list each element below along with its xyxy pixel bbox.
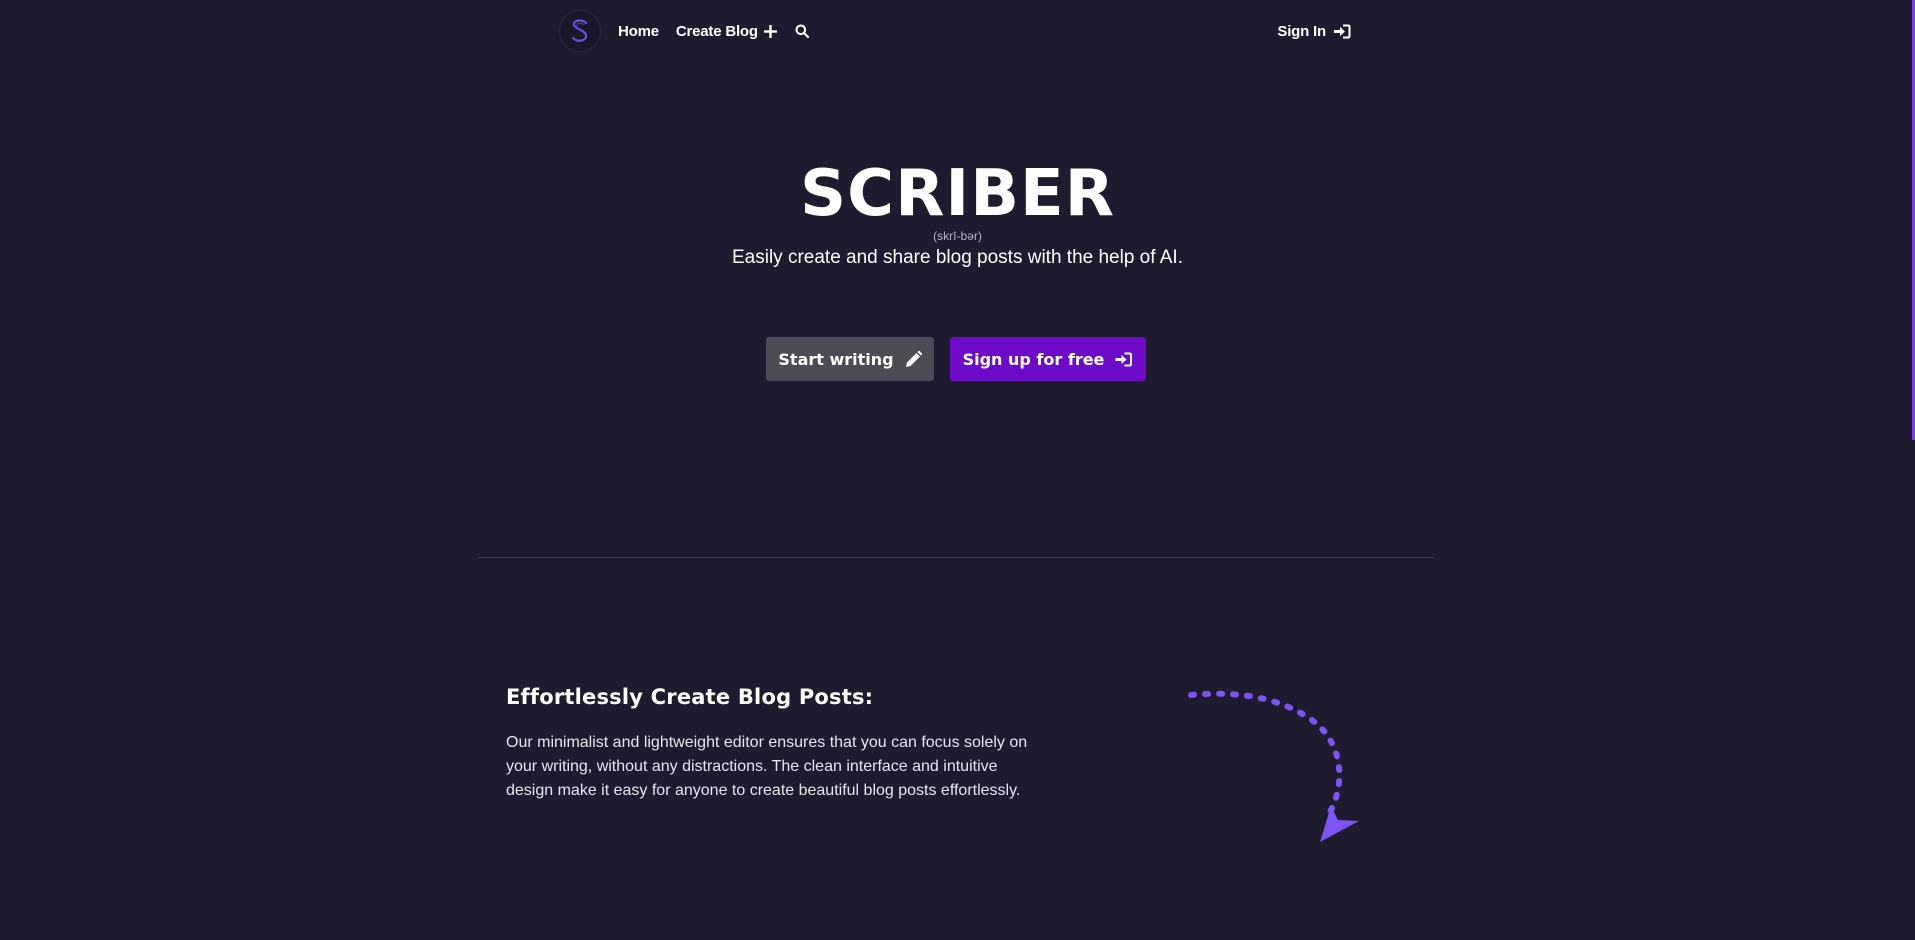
nav-create-blog-link[interactable]: Create Blog	[676, 23, 777, 40]
top-nav: Home Create Blog Sign In	[556, 10, 1354, 52]
start-writing-button[interactable]: Start writing	[766, 337, 934, 381]
hero-subtitle: Easily create and share blog posts with …	[732, 247, 1183, 268]
signup-free-button[interactable]: Sign up for free	[950, 337, 1146, 381]
nav-signin-label: Sign In	[1277, 22, 1326, 40]
nav-home-label: Home	[618, 22, 659, 40]
pencil-icon	[905, 350, 922, 367]
logo[interactable]	[559, 10, 601, 52]
sign-in-icon	[1115, 352, 1133, 366]
start-writing-label: Start writing	[778, 349, 894, 369]
dashed-curved-arrow-icon	[1188, 690, 1359, 842]
nav-home-link[interactable]: Home	[618, 23, 659, 40]
nav-create-label: Create Blog	[675, 22, 758, 40]
page: Home Create Blog Sign In SCRIBER (skrī-b…	[0, 0, 1915, 940]
logo-s-icon	[571, 19, 588, 42]
plus-icon	[763, 24, 777, 38]
feature-heading: Effortlessly Create Blog Posts:	[506, 685, 874, 709]
section-divider	[478, 557, 1434, 558]
nav-search-button[interactable]	[795, 24, 809, 38]
hero-title: SCRIBER	[800, 157, 1115, 231]
feature-body: Our minimalist and lightweight editor en…	[506, 734, 1028, 799]
search-icon	[795, 24, 809, 38]
sign-in-icon	[1334, 24, 1351, 38]
nav-signin-link[interactable]: Sign In	[1277, 23, 1351, 40]
signup-free-label: Sign up for free	[962, 349, 1105, 369]
hero-phonetic: (skrī-bər)	[933, 229, 982, 243]
